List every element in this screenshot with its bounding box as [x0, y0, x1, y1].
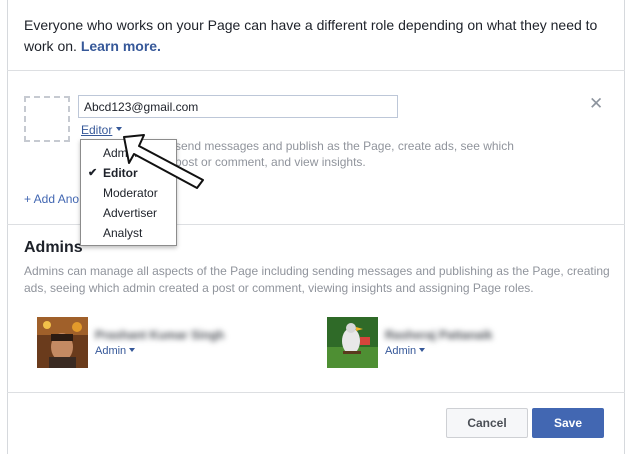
role-selector[interactable]: Editor: [81, 123, 112, 137]
learn-more-link[interactable]: Learn more.: [81, 38, 161, 54]
role-dropdown-menu: Admin ✔ Editor Moderator Advertiser Anal…: [80, 139, 177, 246]
admin-role-selector[interactable]: Admin: [95, 345, 136, 357]
caret-down-icon[interactable]: [116, 127, 122, 131]
menu-item-analyst[interactable]: Analyst: [81, 223, 176, 243]
menu-item-editor[interactable]: ✔ Editor: [81, 163, 176, 183]
caret-down-icon: [129, 348, 136, 352]
avatar: [37, 317, 88, 368]
admins-heading: Admins: [24, 239, 83, 256]
admin-name: Rasheraj Pattanaik: [385, 328, 493, 342]
divider: [7, 70, 625, 71]
admins-description: Admins can manage all aspects of the Pag…: [24, 264, 610, 295]
avatar: [327, 317, 378, 368]
add-another-link[interactable]: + Add Ano: [24, 192, 79, 206]
admin-role-label: Admin: [95, 345, 127, 357]
menu-item-admin[interactable]: Admin: [81, 143, 176, 163]
menu-item-label: Admin: [103, 146, 138, 160]
email-field[interactable]: [78, 95, 398, 118]
save-button[interactable]: Save: [532, 408, 604, 438]
intro-text: Everyone who works on your Page can have…: [24, 15, 614, 57]
cancel-button[interactable]: Cancel: [446, 408, 528, 438]
admin-role-label: Admin: [385, 345, 417, 357]
menu-item-advertiser[interactable]: Advertiser: [81, 203, 176, 223]
close-icon[interactable]: ✕: [589, 94, 603, 114]
menu-item-label: Moderator: [103, 186, 158, 200]
avatar-placeholder: [24, 96, 70, 142]
menu-item-label: Analyst: [103, 226, 143, 240]
divider: [7, 392, 625, 393]
menu-item-label: Advertiser: [103, 206, 158, 220]
menu-item-moderator[interactable]: Moderator: [81, 183, 176, 203]
admin-name: Prashant Kumar Singh: [95, 328, 225, 342]
admin-role-selector[interactable]: Admin: [385, 345, 426, 357]
menu-item-label: Editor: [103, 166, 138, 180]
check-icon: ✔: [88, 167, 98, 179]
caret-down-icon: [419, 348, 426, 352]
role-description: send messages and publish as the Page, c…: [175, 139, 514, 169]
